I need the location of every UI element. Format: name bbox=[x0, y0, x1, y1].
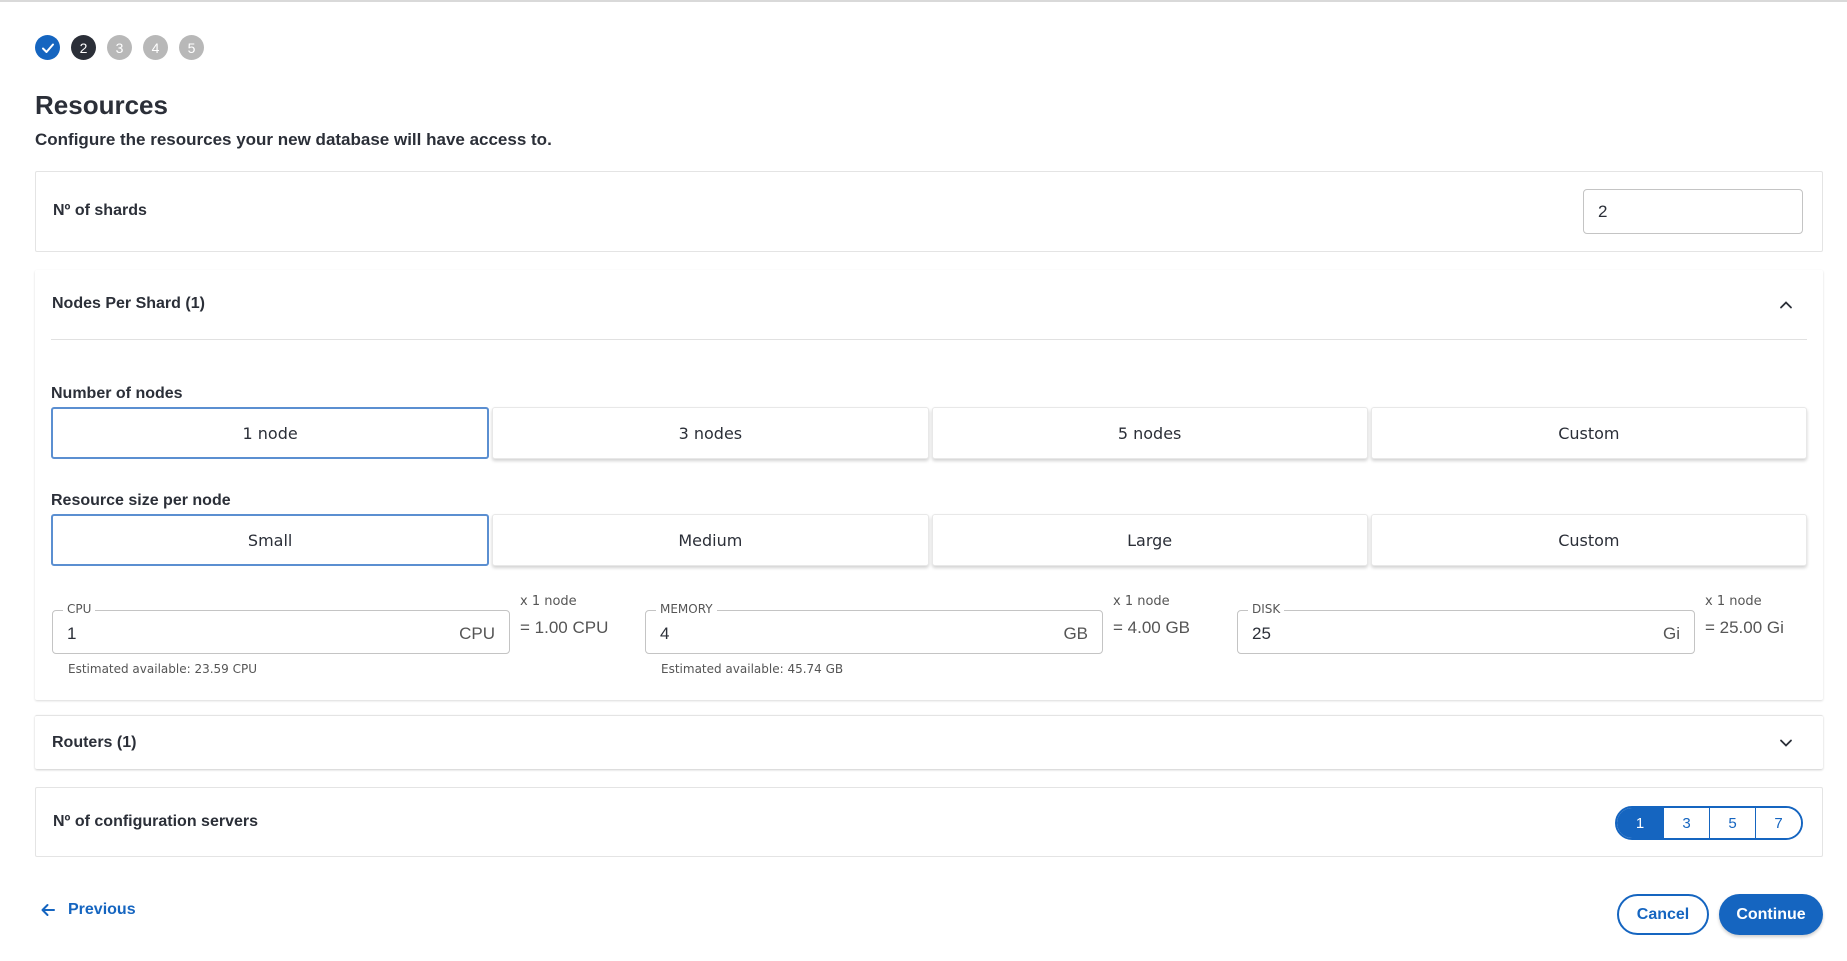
chevron-up-icon[interactable] bbox=[1779, 298, 1793, 312]
memory-multiplier: x 1 node bbox=[1113, 594, 1170, 609]
step-5: 5 bbox=[179, 35, 204, 60]
cpu-total: = 1.00 CPU bbox=[520, 618, 609, 637]
nodes-per-shard-panel: Nodes Per Shard (1) Number of nodes 1 no… bbox=[35, 270, 1823, 700]
memory-field[interactable]: MEMORY 4 GB bbox=[645, 602, 1103, 654]
memory-field-label: MEMORY bbox=[656, 602, 717, 616]
number-of-nodes-label: Number of nodes bbox=[51, 385, 183, 402]
cpu-multiplier: x 1 node bbox=[520, 594, 577, 609]
cpu-helper-text: Estimated available: 23.59 CPU bbox=[68, 662, 258, 676]
size-option-medium[interactable]: Medium bbox=[492, 514, 929, 566]
cpu-value[interactable]: 1 bbox=[67, 624, 76, 644]
previous-label: Previous bbox=[68, 901, 136, 918]
nodes-option-1[interactable]: 1 node bbox=[51, 407, 490, 459]
memory-value[interactable]: 4 bbox=[660, 624, 669, 644]
continue-button[interactable]: Continue bbox=[1719, 894, 1823, 935]
shards-card: Nº of shards 2 bbox=[35, 171, 1823, 252]
disk-multiplier: x 1 node bbox=[1705, 594, 1762, 609]
memory-unit: GB bbox=[1063, 624, 1088, 643]
shards-input[interactable]: 2 bbox=[1583, 189, 1803, 234]
config-servers-option-1[interactable]: 1 bbox=[1617, 808, 1663, 838]
top-divider bbox=[0, 0, 1847, 2]
disk-field[interactable]: DISK 25 Gi bbox=[1237, 602, 1695, 654]
cancel-button[interactable]: Cancel bbox=[1617, 894, 1709, 935]
step-1-complete[interactable] bbox=[35, 35, 60, 60]
step-4: 4 bbox=[143, 35, 168, 60]
nodes-per-shard-header[interactable]: Nodes Per Shard (1) bbox=[52, 295, 205, 313]
memory-total: = 4.00 GB bbox=[1113, 618, 1191, 637]
disk-field-label: DISK bbox=[1248, 602, 1285, 616]
size-option-small[interactable]: Small bbox=[51, 514, 490, 566]
size-option-custom[interactable]: Custom bbox=[1370, 514, 1807, 566]
routers-panel: Routers (1) bbox=[35, 715, 1823, 769]
previous-link[interactable]: Previous bbox=[40, 901, 136, 919]
check-icon bbox=[41, 43, 54, 53]
config-servers-label: Nº of configuration servers bbox=[53, 813, 258, 830]
panel-divider bbox=[51, 339, 1807, 340]
size-option-large[interactable]: Large bbox=[931, 514, 1368, 566]
nodes-option-custom[interactable]: Custom bbox=[1370, 407, 1807, 459]
shards-label: Nº of shards bbox=[53, 202, 147, 219]
memory-helper-text: Estimated available: 45.74 GB bbox=[661, 662, 844, 676]
page-title: Resources bbox=[35, 90, 168, 120]
nodes-option-5[interactable]: 5 nodes bbox=[931, 407, 1368, 459]
stepper: 2 3 4 5 bbox=[35, 35, 204, 60]
arrow-left-icon bbox=[41, 904, 55, 916]
cpu-field[interactable]: CPU 1 CPU bbox=[52, 602, 510, 654]
config-servers-option-3[interactable]: 3 bbox=[1663, 808, 1709, 838]
cpu-unit: CPU bbox=[459, 624, 495, 643]
page-subtitle: Configure the resources your new databas… bbox=[35, 130, 552, 149]
nodes-option-3[interactable]: 3 nodes bbox=[492, 407, 929, 459]
routers-header[interactable]: Routers (1) bbox=[52, 734, 136, 752]
config-servers-option-5[interactable]: 5 bbox=[1709, 808, 1755, 838]
resource-size-options: Small Medium Large Custom bbox=[51, 514, 1807, 566]
disk-value[interactable]: 25 bbox=[1252, 624, 1271, 644]
number-of-nodes-options: 1 node 3 nodes 5 nodes Custom bbox=[51, 407, 1807, 459]
step-2[interactable]: 2 bbox=[71, 35, 96, 60]
disk-unit: Gi bbox=[1663, 624, 1680, 643]
step-3: 3 bbox=[107, 35, 132, 60]
resource-size-label: Resource size per node bbox=[51, 492, 231, 509]
config-servers-option-7[interactable]: 7 bbox=[1755, 808, 1801, 838]
config-servers-card: Nº of configuration servers 1 3 5 7 bbox=[35, 787, 1823, 857]
cpu-field-label: CPU bbox=[63, 602, 96, 616]
config-servers-toggle: 1 3 5 7 bbox=[1615, 806, 1803, 840]
chevron-down-icon[interactable] bbox=[1779, 736, 1793, 750]
disk-total: = 25.00 Gi bbox=[1705, 618, 1784, 637]
